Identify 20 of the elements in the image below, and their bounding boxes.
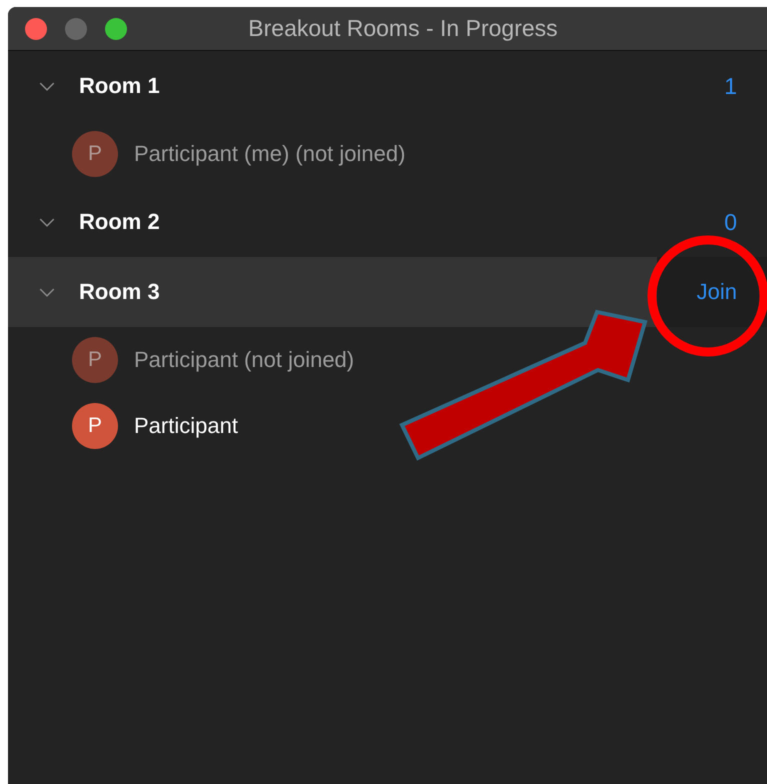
room-name: Room 1 <box>79 73 161 99</box>
chevron-down-icon[interactable] <box>39 82 55 90</box>
room-row[interactable]: Room 2 0 <box>8 187 767 257</box>
avatar-icon: P <box>72 337 118 383</box>
room-row[interactable]: Room 3 Join <box>8 257 767 327</box>
zoom-icon[interactable] <box>105 18 127 40</box>
room-name: Room 3 <box>79 279 161 305</box>
participant-name: Participant (me) (not joined) <box>134 141 406 167</box>
participant-count: 1 <box>724 72 737 100</box>
window-title: Breakout Rooms - In Progress <box>248 15 558 42</box>
close-icon[interactable] <box>25 18 47 40</box>
avatar-icon: P <box>72 403 118 449</box>
avatar-icon: P <box>72 131 118 177</box>
chevron-down-icon[interactable] <box>39 288 55 296</box>
participant-name: Participant <box>134 413 238 439</box>
participant-name: Participant (not joined) <box>134 347 354 373</box>
room-row[interactable]: Room 1 1 <box>8 51 767 121</box>
room-name: Room 2 <box>79 209 161 235</box>
chevron-down-icon[interactable] <box>39 218 55 226</box>
participant-count: 0 <box>724 208 737 236</box>
